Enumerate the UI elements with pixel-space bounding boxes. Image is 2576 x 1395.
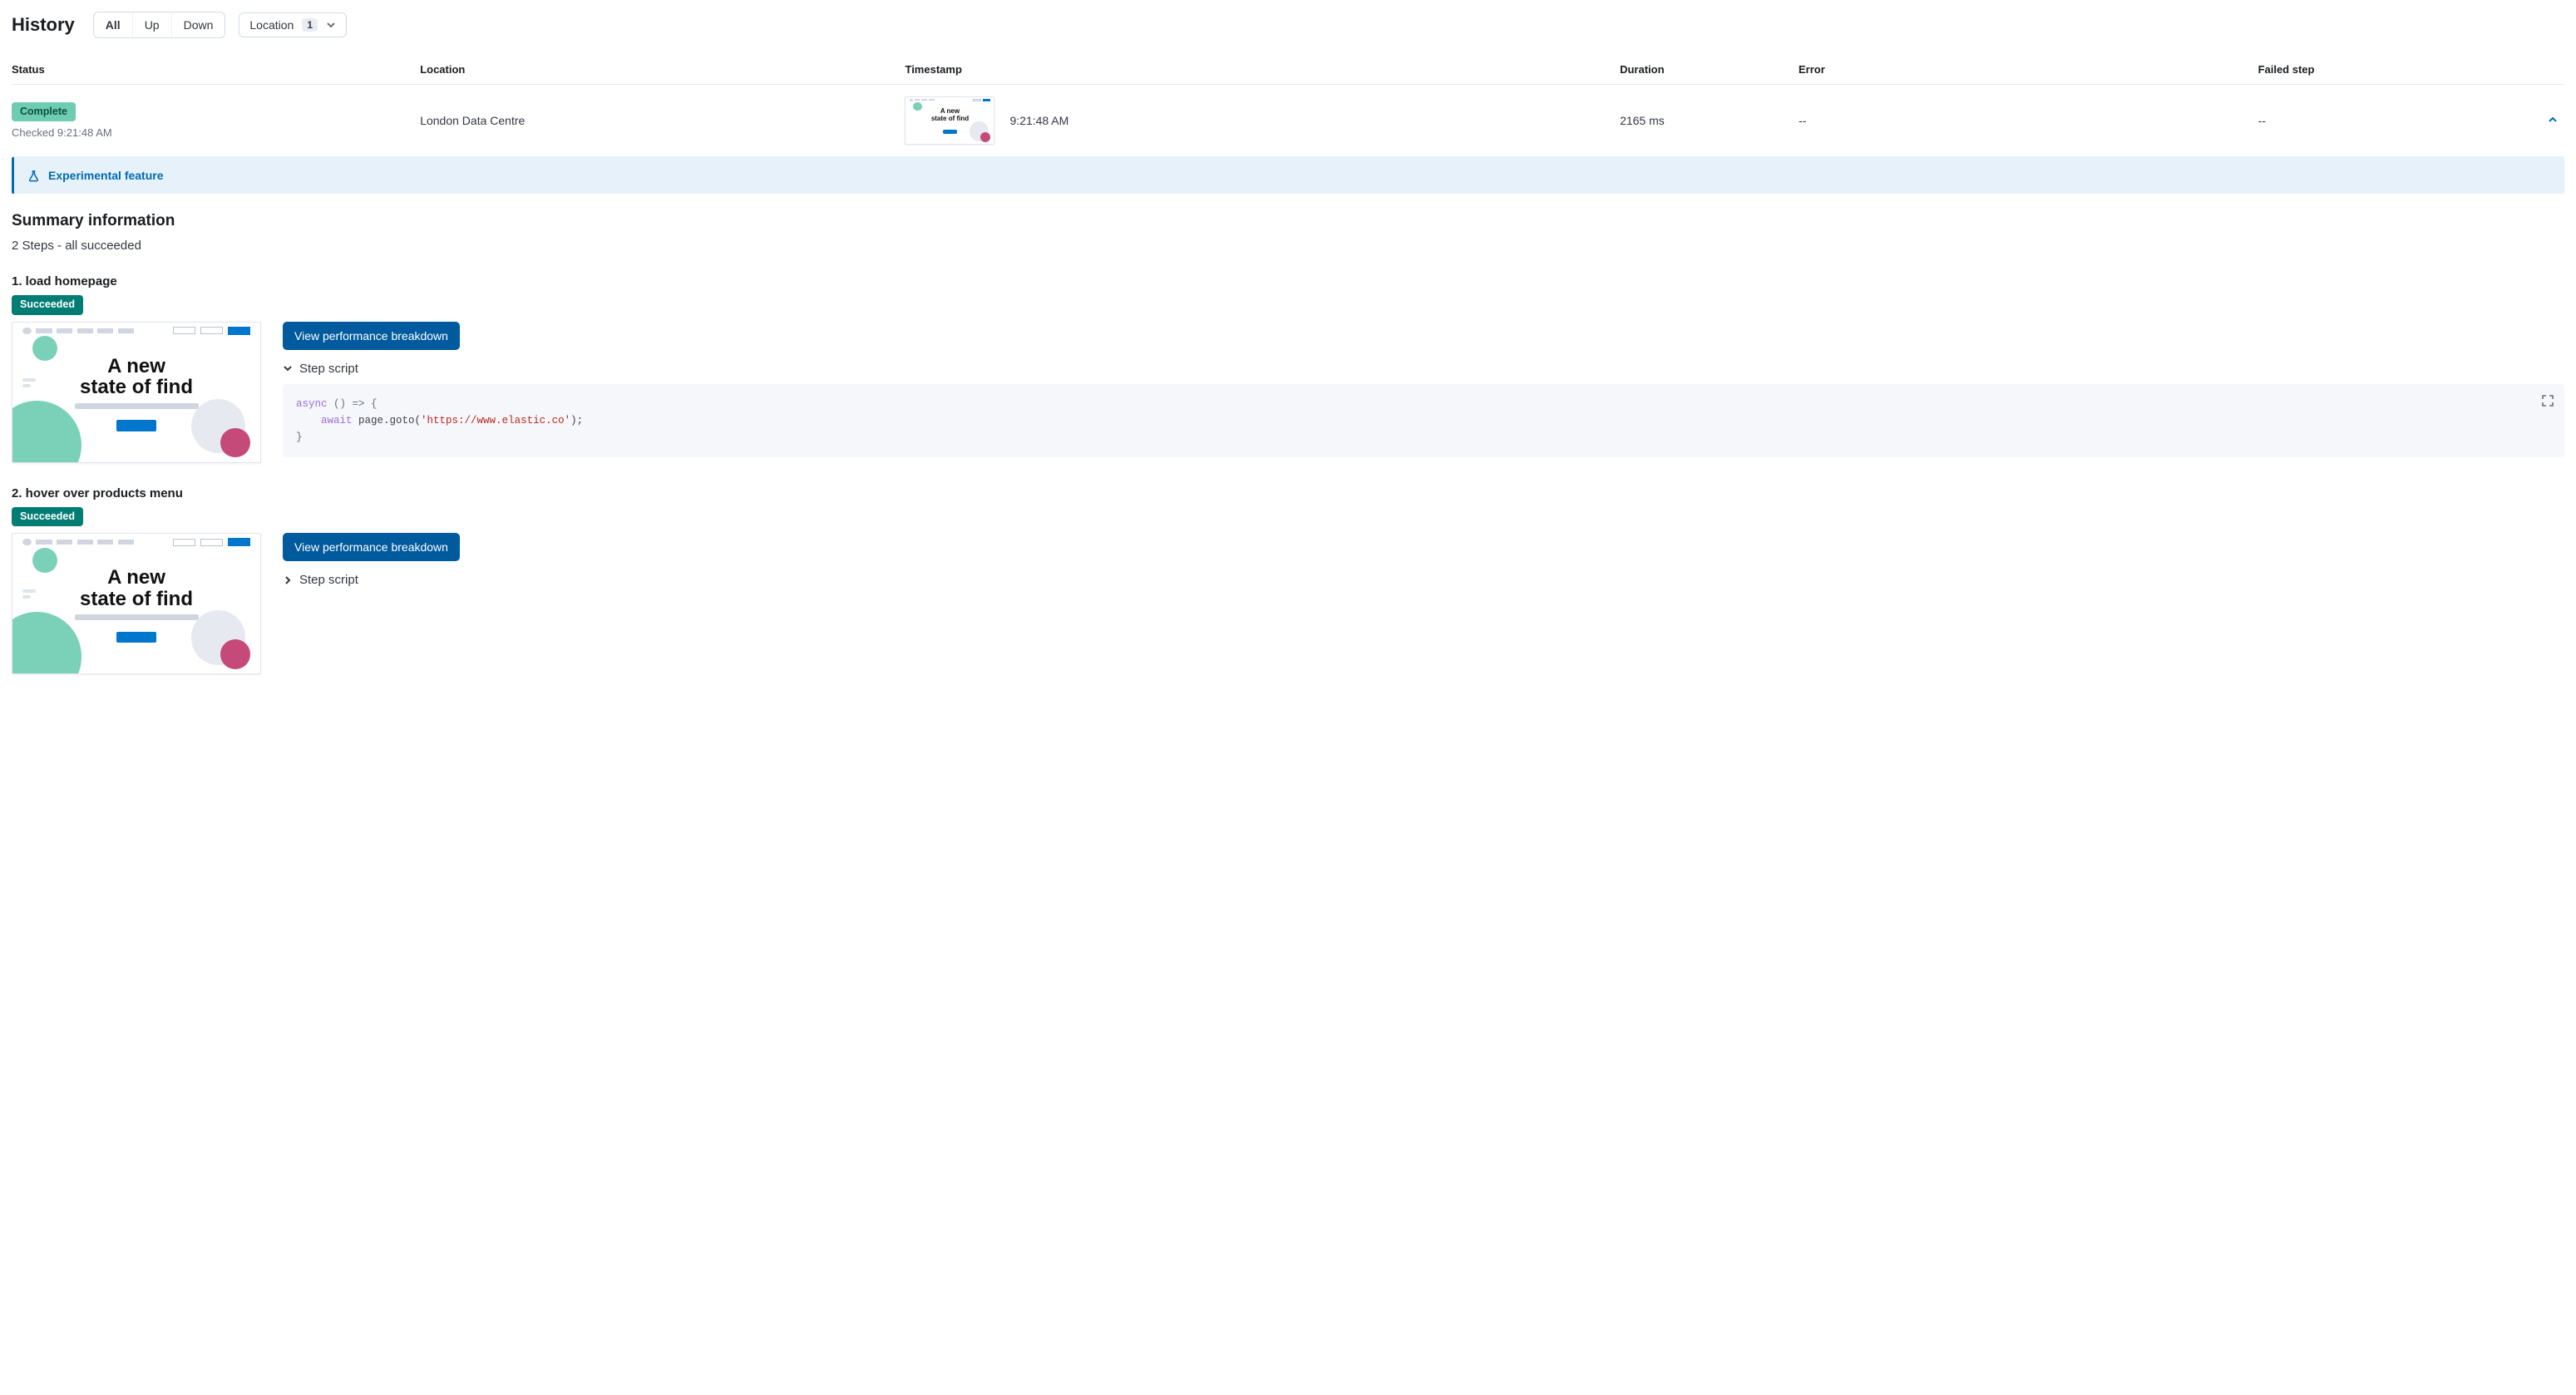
step-title: 2. hover over products menu (12, 486, 2564, 500)
step-title: 1. load homepage (12, 274, 2564, 288)
table-row[interactable]: Complete Checked 9:21:48 AM London Data … (12, 85, 2564, 157)
fullscreen-icon (2541, 394, 2554, 407)
step-screenshot[interactable]: A newstate of find (12, 322, 261, 463)
filter-down-button[interactable]: Down (171, 12, 225, 37)
chevron-down-icon (326, 20, 336, 30)
step-script-toggle[interactable]: Step script (283, 573, 2564, 587)
cell-location: London Data Centre (420, 85, 905, 157)
experimental-callout: Experimental feature (12, 157, 2564, 194)
status-badge: Complete (12, 102, 76, 122)
experimental-callout-text: Experimental feature (48, 169, 164, 182)
cell-timestamp: 9:21:48 AM (1009, 114, 1068, 127)
chevron-down-icon (283, 363, 293, 373)
screenshot-thumbnail[interactable]: A newstate of find (905, 96, 994, 145)
cell-duration: 2165 ms (1620, 85, 1799, 157)
location-filter-dropdown[interactable]: Location 1 (239, 12, 347, 37)
chevron-up-icon[interactable] (2548, 115, 2558, 125)
checked-at-label: Checked 9:21:48 AM (12, 126, 413, 139)
col-failed-step: Failed step (2258, 55, 2514, 85)
step-script-toggle[interactable]: Step script (283, 362, 2564, 376)
filter-up-button[interactable]: Up (132, 12, 171, 37)
filter-all-button[interactable]: All (94, 12, 132, 37)
view-performance-breakdown-button[interactable]: View performance breakdown (283, 533, 460, 561)
col-error: Error (1799, 55, 2258, 85)
col-timestamp: Timestamp (905, 55, 1620, 85)
step-status-badge: Succeeded (12, 295, 83, 315)
summary-heading: Summary information (12, 212, 2564, 230)
page-title: History (12, 14, 75, 36)
history-table: Status Location Timestamp Duration Error… (12, 55, 2564, 157)
step-screenshot[interactable]: A newstate of find (12, 533, 261, 674)
beaker-icon (27, 170, 40, 182)
status-filter-group: All Up Down (93, 12, 226, 38)
cell-error: -- (1799, 85, 2258, 157)
cell-failed-step: -- (2258, 85, 2514, 157)
view-performance-breakdown-button[interactable]: View performance breakdown (283, 322, 460, 350)
table-header-row: Status Location Timestamp Duration Error… (12, 55, 2564, 85)
col-status: Status (12, 55, 420, 85)
chevron-right-icon (283, 575, 293, 585)
location-filter-label: Location (249, 18, 294, 32)
step-status-badge: Succeeded (12, 507, 83, 527)
step-script-label: Step script (299, 573, 358, 587)
location-filter-count: 1 (302, 18, 318, 32)
expanded-panel: Experimental feature Summary information… (12, 157, 2564, 706)
history-header: History All Up Down Location 1 (12, 12, 2564, 38)
col-duration: Duration (1620, 55, 1799, 85)
fullscreen-button[interactable] (2539, 392, 2556, 409)
summary-subheading: 2 Steps - all succeeded (12, 239, 2564, 253)
col-location: Location (420, 55, 905, 85)
step-script-code: async () => { await page.goto('https://w… (283, 384, 2564, 457)
step-script-label: Step script (299, 362, 358, 376)
